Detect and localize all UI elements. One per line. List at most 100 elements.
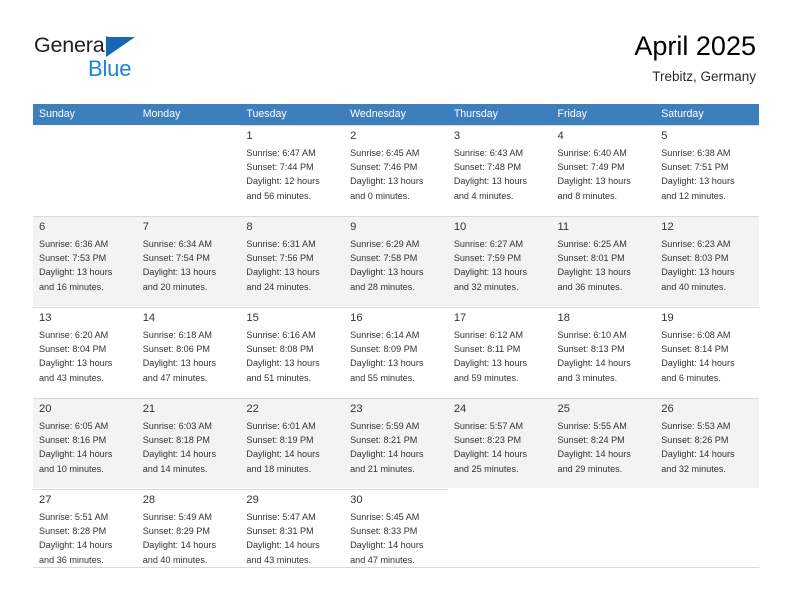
calendar-week-row: 13 Sunrise: 6:20 AM Sunset: 8:04 PM Dayligh…: [33, 307, 759, 398]
day-cell[interactable]: 21 Sunrise: 6:03 AM Sunset: 8:18 PM Dayligh…: [136, 398, 241, 488]
day-cell[interactable]: 16 Sunrise: 6:14 AM Sunset: 8:09 PM Dayligh…: [344, 307, 448, 397]
day-cell[interactable]: 20 Sunrise: 6:05 AM Sunset: 8:16 PM Dayligh…: [33, 398, 137, 488]
day-number: 15: [246, 312, 259, 324]
daylight-text-line2: and 10 minutes.: [39, 463, 104, 474]
sunrise-text: Sunrise: 5:45 AM: [350, 512, 420, 522]
day-sun-info: Sunrise: 6:10 AM Sunset: 8:13 PM Daylight:…: [558, 328, 650, 385]
daylight-text-line1: Daylight: 14 hours: [557, 358, 631, 369]
sunrise-text: Sunrise: 5:47 AM: [246, 512, 316, 522]
day-sun-info: Sunrise: 6:18 AM Sunset: 8:06 PM Daylight:…: [143, 328, 235, 385]
day-number: 25: [557, 403, 570, 415]
day-sun-info: Sunrise: 6:45 AM Sunset: 7:46 PM Daylight:…: [350, 146, 442, 203]
daylight-text-line1: Daylight: 14 hours: [39, 449, 113, 460]
day-cell[interactable]: 2 Sunrise: 6:45 AM Sunset: 7:46 PM Daylight…: [344, 125, 448, 215]
day-sun-info: Sunrise: 6:14 AM Sunset: 8:09 PM Daylight:…: [350, 328, 442, 385]
sunset-text: Sunset: 8:01 PM: [557, 253, 625, 264]
sunset-text: Sunset: 8:03 PM: [661, 253, 729, 264]
daylight-text-line1: Daylight: 14 hours: [350, 540, 424, 551]
day-cell[interactable]: 25 Sunrise: 5:55 AM Sunset: 8:24 PM Dayligh…: [551, 398, 656, 488]
day-cell[interactable]: 14 Sunrise: 6:18 AM Sunset: 8:06 PM Dayligh…: [136, 307, 241, 397]
sunrise-text: Sunrise: 5:53 AM: [661, 421, 731, 431]
day-number: 4: [557, 130, 564, 142]
day-cell[interactable]: 26 Sunrise: 5:53 AM Sunset: 8:26 PM Dayligh…: [655, 398, 759, 488]
logo-text-general: General: [34, 33, 110, 57]
day-sun-info: Sunrise: 5:57 AM Sunset: 8:23 PM Daylight:…: [454, 419, 546, 476]
daylight-text-line2: and 29 minutes.: [557, 463, 623, 474]
day-number: [39, 128, 131, 143]
day-number: [661, 492, 753, 507]
general-blue-logo[interactable]: General Blue: [34, 33, 214, 85]
sunrise-text: Sunrise: 6:27 AM: [453, 239, 524, 249]
sunrise-text: Sunrise: 6:38 AM: [661, 148, 731, 158]
sunrise-text: Sunrise: 6:20 AM: [39, 330, 109, 340]
day-cell[interactable]: 17 Sunrise: 6:12 AM Sunset: 8:11 PM Dayligh…: [447, 307, 552, 397]
day-number: 29: [246, 494, 259, 506]
day-cell[interactable]: 23 Sunrise: 5:59 AM Sunset: 8:21 PM Dayligh…: [344, 398, 448, 488]
sunrise-text: Sunrise: 6:05 AM: [39, 421, 109, 431]
day-sun-info: Sunrise: 6:40 AM Sunset: 7:49 PM Daylight:…: [558, 146, 650, 203]
day-cell[interactable]: 9 Sunrise: 6:29 AM Sunset: 7:58 PM Daylight…: [344, 216, 448, 306]
day-cell[interactable]: 30 Sunrise: 5:45 AM Sunset: 8:33 PM Dayligh…: [344, 489, 448, 579]
sunset-text: Sunset: 7:46 PM: [350, 162, 418, 173]
day-cell[interactable]: 18 Sunrise: 6:10 AM Sunset: 8:13 PM Dayligh…: [551, 307, 656, 397]
day-number: 16: [350, 312, 363, 324]
daylight-text-line1: Daylight: 12 hours: [246, 176, 320, 187]
day-cell-empty: [551, 489, 656, 579]
day-cell-empty: [33, 125, 137, 215]
sunrise-text: Sunrise: 6:03 AM: [142, 421, 212, 431]
day-cell[interactable]: 28 Sunrise: 5:49 AM Sunset: 8:29 PM Dayligh…: [136, 489, 241, 579]
daylight-text-line2: and 40 minutes.: [142, 554, 208, 565]
weekday-header-wednesday: Wednesday: [350, 108, 406, 120]
sunrise-text: Sunrise: 6:29 AM: [350, 239, 420, 249]
day-cell[interactable]: 4 Sunrise: 6:40 AM Sunset: 7:49 PM Daylight…: [551, 125, 656, 215]
daylight-text-line2: and 36 minutes.: [557, 281, 623, 292]
day-number: 27: [39, 494, 52, 506]
day-cell[interactable]: 6 Sunrise: 6:36 AM Sunset: 7:53 PM Daylight…: [33, 216, 137, 306]
day-cell[interactable]: 10 Sunrise: 6:27 AM Sunset: 7:59 PM Dayligh…: [447, 216, 552, 306]
daylight-text-line1: Daylight: 14 hours: [39, 540, 113, 551]
daylight-text-line2: and 47 minutes.: [142, 372, 208, 383]
logo-text-blue: Blue: [88, 56, 132, 81]
day-cell[interactable]: 3 Sunrise: 6:43 AM Sunset: 7:48 PM Daylight…: [447, 125, 552, 215]
day-number: 17: [453, 312, 467, 324]
day-number: 7: [142, 221, 149, 233]
daylight-text-line2: and 8 minutes.: [557, 190, 618, 201]
day-cell[interactable]: 22 Sunrise: 6:01 AM Sunset: 8:19 PM Dayligh…: [240, 398, 345, 488]
day-cell[interactable]: 11 Sunrise: 6:25 AM Sunset: 8:01 PM Dayligh…: [551, 216, 656, 306]
day-cell[interactable]: 15 Sunrise: 6:16 AM Sunset: 8:08 PM Dayligh…: [240, 307, 345, 397]
day-cell[interactable]: 29 Sunrise: 5:47 AM Sunset: 8:31 PM Dayligh…: [240, 489, 345, 579]
daylight-text-line1: Daylight: 13 hours: [350, 176, 424, 187]
daylight-text-line2: and 32 minutes.: [661, 463, 726, 474]
sunset-text: Sunset: 8:24 PM: [557, 435, 625, 446]
day-number: 24: [453, 403, 467, 415]
sunset-text: Sunset: 7:48 PM: [453, 162, 522, 173]
day-cell[interactable]: 24 Sunrise: 5:57 AM Sunset: 8:23 PM Dayligh…: [447, 398, 552, 488]
sunset-text: Sunset: 8:11 PM: [453, 344, 521, 355]
daylight-text-line1: Daylight: 14 hours: [246, 540, 320, 551]
daylight-text-line2: and 3 minutes.: [557, 372, 618, 383]
day-number: 20: [39, 403, 52, 415]
sunrise-text: Sunrise: 6:45 AM: [350, 148, 420, 158]
weekday-header-friday: Friday: [557, 108, 587, 120]
day-cell[interactable]: 7 Sunrise: 6:34 AM Sunset: 7:54 PM Daylight…: [136, 216, 241, 306]
day-cell[interactable]: 8 Sunrise: 6:31 AM Sunset: 7:56 PM Daylight…: [240, 216, 345, 306]
day-cell[interactable]: 1 Sunrise: 6:47 AM Sunset: 7:44 PM Daylight…: [240, 125, 345, 215]
day-cell[interactable]: 13 Sunrise: 6:20 AM Sunset: 8:04 PM Dayligh…: [33, 307, 137, 397]
day-cell[interactable]: 5 Sunrise: 6:38 AM Sunset: 7:51 PM Daylight…: [655, 125, 759, 215]
day-cell[interactable]: 12 Sunrise: 6:23 AM Sunset: 8:03 PM Dayligh…: [655, 216, 759, 306]
calendar-week-row: 1 Sunrise: 6:47 AM Sunset: 7:44 PM Daylight…: [33, 125, 759, 216]
sunrise-text: Sunrise: 6:25 AM: [557, 239, 627, 249]
daylight-text-line2: and 20 minutes.: [142, 281, 208, 292]
day-cell[interactable]: 19 Sunrise: 6:08 AM Sunset: 8:14 PM Dayligh…: [655, 307, 759, 397]
daylight-text-line1: Daylight: 14 hours: [661, 449, 735, 460]
daylight-text-line1: Daylight: 13 hours: [557, 176, 631, 187]
day-cell[interactable]: 27 Sunrise: 5:51 AM Sunset: 8:28 PM Dayligh…: [33, 489, 137, 579]
sunset-text: Sunset: 8:04 PM: [39, 344, 107, 355]
daylight-text-line2: and 25 minutes.: [453, 463, 519, 474]
location-subtitle: Trebitz, Germany: [652, 69, 756, 84]
daylight-text-line1: Daylight: 13 hours: [39, 267, 113, 278]
sunrise-text: Sunrise: 6:12 AM: [453, 330, 524, 340]
sunset-text: Sunset: 8:16 PM: [39, 435, 107, 446]
day-cell-empty: [136, 125, 241, 215]
day-sun-info: Sunrise: 5:53 AM Sunset: 8:26 PM Daylight:…: [661, 419, 753, 476]
